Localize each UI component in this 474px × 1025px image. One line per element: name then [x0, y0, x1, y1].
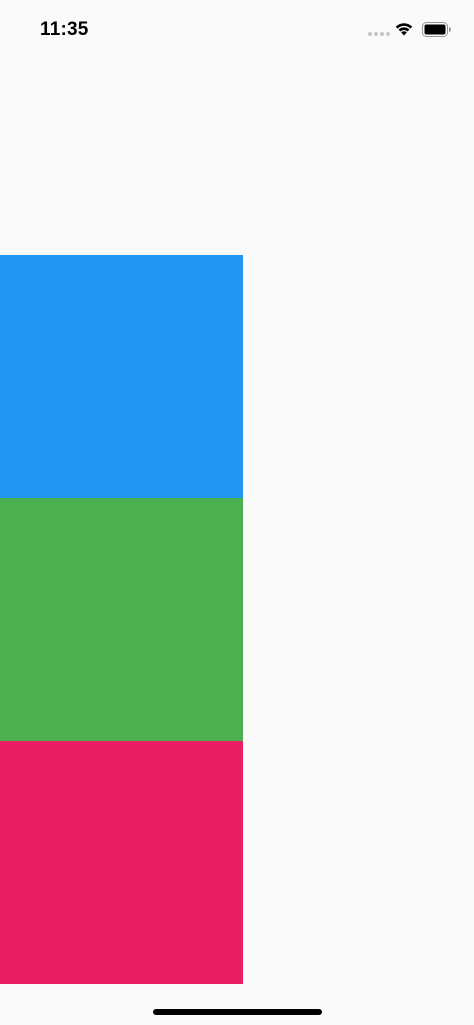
blue-block — [0, 255, 243, 498]
status-bar: 11:35 — [0, 0, 474, 60]
pink-block — [0, 741, 243, 984]
signal-icon — [368, 32, 390, 36]
home-indicator[interactable] — [153, 1009, 322, 1015]
wifi-icon — [395, 23, 413, 36]
battery-icon — [422, 22, 451, 37]
app-screen: 11:35 — [0, 0, 474, 1025]
status-time: 11:35 — [40, 19, 89, 40]
green-block — [0, 498, 243, 741]
